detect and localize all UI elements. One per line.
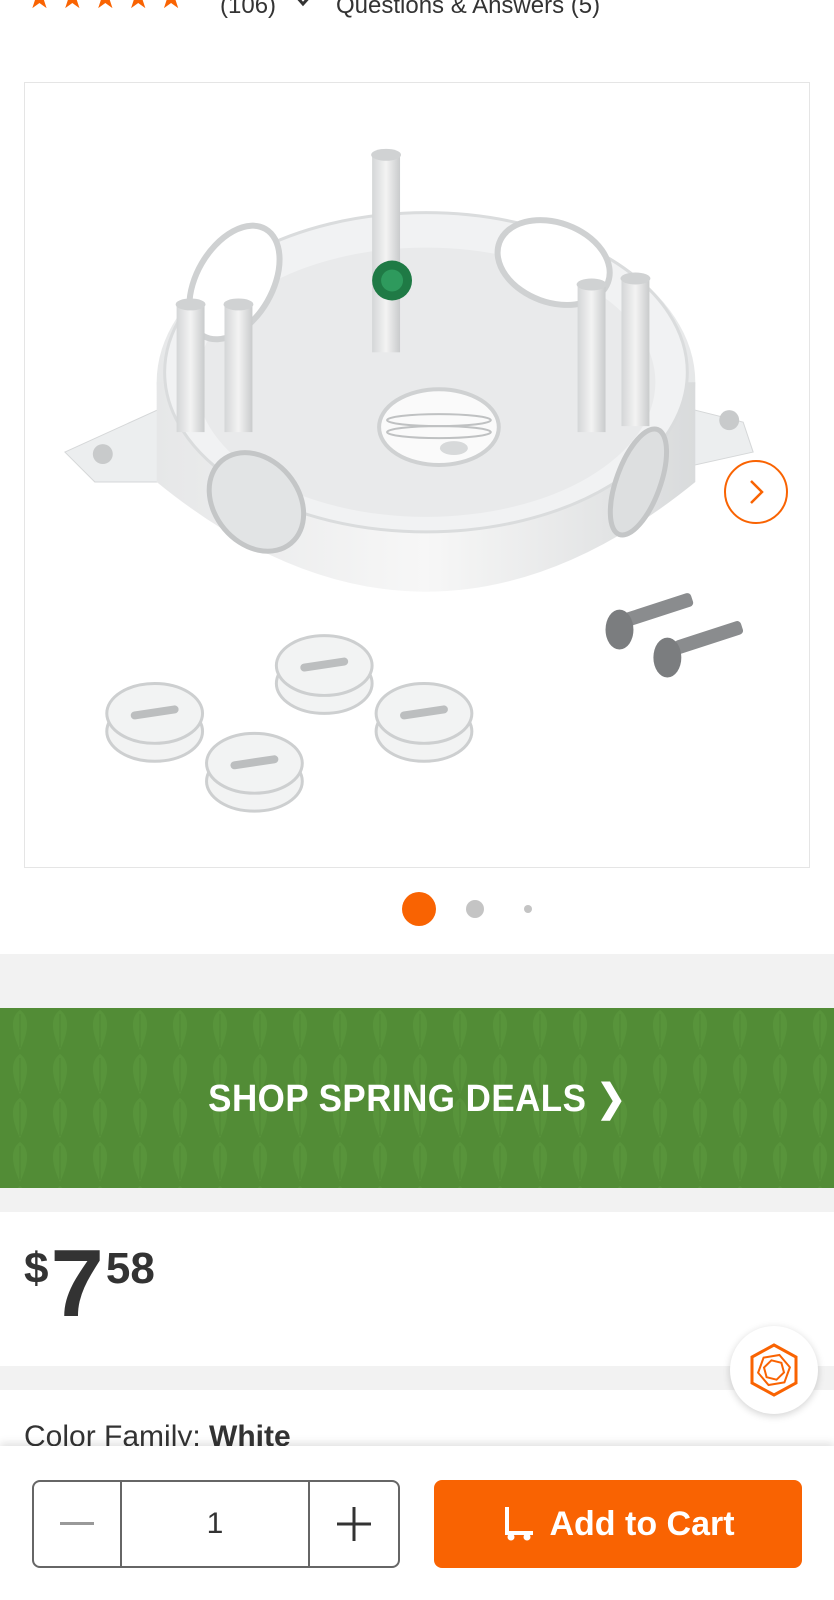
next-image-button[interactable] — [724, 460, 788, 524]
star-rating[interactable]: ★ ★ ★ ★ ★ — [26, 0, 185, 14]
plus-icon — [337, 1507, 371, 1541]
add-to-cart-button[interactable]: Add to Cart — [434, 1480, 802, 1568]
chevron-right-icon — [750, 480, 764, 504]
junction-box-illustration — [64, 148, 754, 813]
star-icon: ★ — [158, 0, 185, 14]
questions-answers-link[interactable]: Questions & Answers (5) — [336, 0, 600, 20]
minus-icon — [60, 1522, 94, 1525]
price-cents: 58 — [105, 1244, 155, 1293]
star-icon: ★ — [26, 0, 53, 14]
ratings-row: ★ ★ ★ ★ ★ (106) Questions & Answers (5) — [0, 0, 834, 58]
quantity-input[interactable]: 1 — [122, 1482, 310, 1566]
promo-text: SHOP SPRING DEALS ❯ — [207, 1077, 627, 1120]
star-icon: ★ — [92, 0, 119, 14]
star-icon: ★ — [125, 0, 152, 14]
add-to-cart-bar: 1 Add to Cart — [0, 1446, 834, 1600]
star-icon: ★ — [59, 0, 86, 14]
quantity-stepper: 1 — [32, 1480, 400, 1568]
product-gallery — [0, 58, 834, 954]
review-count-link[interactable]: (106) — [220, 0, 276, 20]
carousel-dot-active[interactable] — [402, 892, 436, 926]
price-dollars: 7 — [50, 1230, 103, 1337]
add-to-cart-label: Add to Cart — [549, 1504, 735, 1543]
cart-dolly-icon — [505, 1507, 534, 1541]
price-currency: $ — [24, 1244, 49, 1293]
hexagon-chat-icon — [750, 1343, 798, 1397]
check-icon — [297, 0, 309, 7]
price-section: $ 7 58 — [0, 1212, 834, 1366]
chat-assistant-button[interactable] — [730, 1326, 818, 1414]
color-family-section: Color Family: White — [0, 1390, 834, 1450]
spring-deals-banner[interactable]: SHOP SPRING DEALS ❯ — [0, 1008, 834, 1188]
carousel-dot[interactable] — [466, 900, 484, 918]
carousel-dots — [0, 892, 834, 932]
product-image[interactable] — [24, 82, 810, 868]
carousel-dot[interactable] — [524, 905, 532, 913]
price: $ 7 58 — [24, 1236, 155, 1332]
decrease-quantity-button[interactable] — [34, 1482, 122, 1566]
increase-quantity-button[interactable] — [310, 1482, 398, 1566]
